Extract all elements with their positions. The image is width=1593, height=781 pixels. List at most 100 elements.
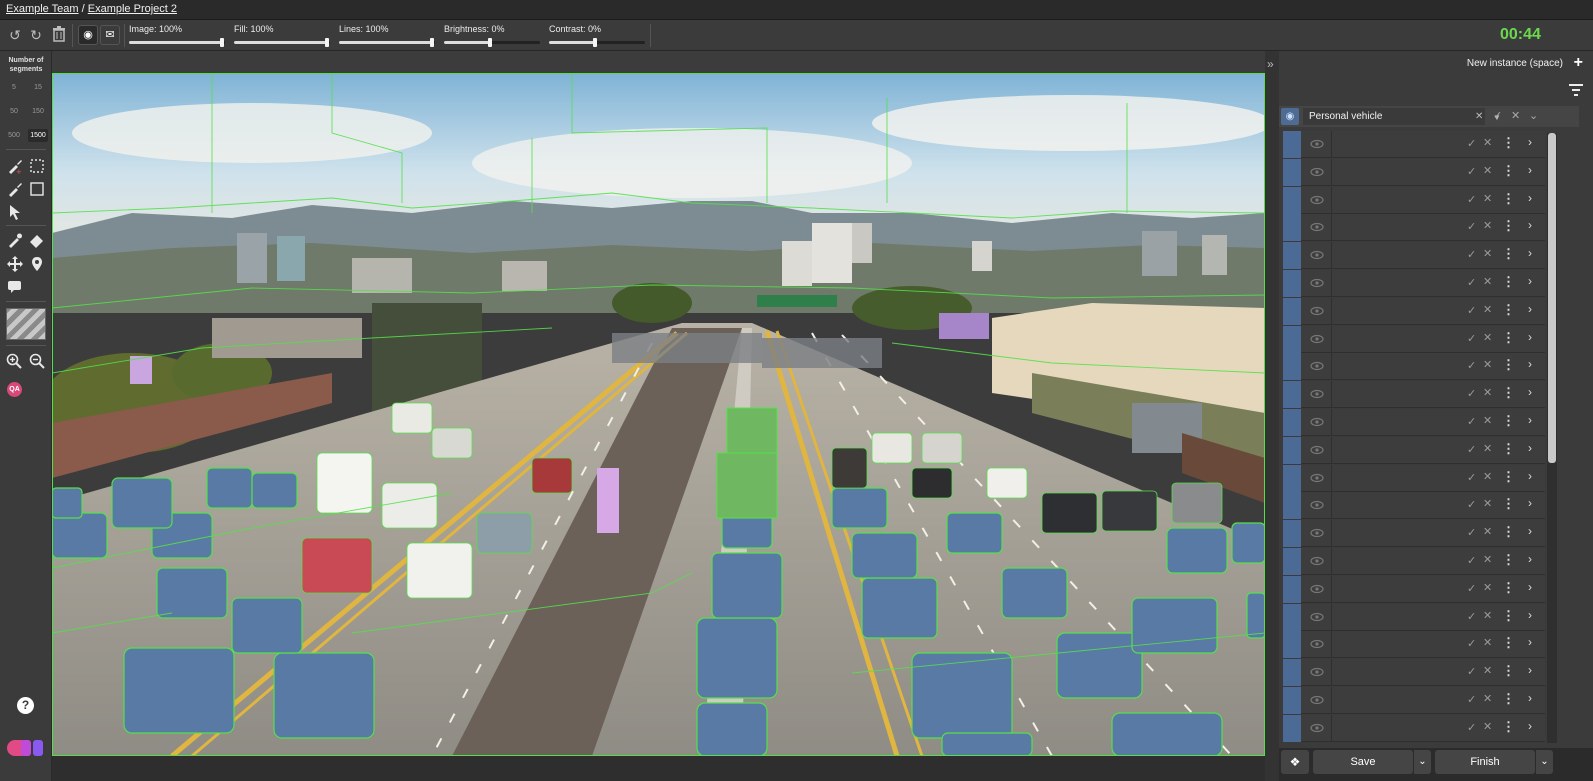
- reject-icon[interactable]: ✕: [1483, 609, 1492, 622]
- segments-option-500[interactable]: 500: [4, 129, 24, 142]
- instance-name-field[interactable]: [1331, 297, 1461, 325]
- instance-name-field[interactable]: [1331, 631, 1461, 659]
- chevron-right-icon[interactable]: ›: [1528, 552, 1532, 566]
- accept-all-icon[interactable]: ✓: [1493, 109, 1502, 122]
- instance-row[interactable]: ✓ ✕ ⋮ ›: [1283, 214, 1545, 242]
- save-button[interactable]: Save: [1313, 750, 1413, 774]
- more-options-icon[interactable]: ⋮: [1502, 357, 1515, 373]
- chevron-right-icon[interactable]: ›: [1528, 719, 1532, 733]
- instance-name-field[interactable]: [1331, 186, 1461, 214]
- instance-row[interactable]: ✓ ✕ ⋮ ›: [1283, 242, 1545, 270]
- eye-icon[interactable]: [1310, 415, 1324, 429]
- eye-icon[interactable]: [1310, 443, 1324, 457]
- eye-icon[interactable]: [1310, 637, 1324, 651]
- accept-icon[interactable]: ✓: [1467, 498, 1476, 511]
- instance-row[interactable]: ✓ ✕ ⋮ ›: [1283, 714, 1545, 742]
- more-options-icon[interactable]: ⋮: [1502, 274, 1515, 290]
- more-options-icon[interactable]: ⋮: [1502, 163, 1515, 179]
- more-options-icon[interactable]: ⋮: [1502, 552, 1515, 568]
- accept-icon[interactable]: ✓: [1467, 554, 1476, 567]
- qa-badge[interactable]: QA: [7, 382, 22, 397]
- instance-row[interactable]: ✓ ✕ ⋮ ›: [1283, 548, 1545, 575]
- instance-name-field[interactable]: [1331, 436, 1461, 464]
- move-icon[interactable]: [6, 255, 26, 275]
- eye-icon[interactable]: [1310, 693, 1324, 707]
- instance-name-field[interactable]: [1331, 242, 1461, 270]
- reject-icon[interactable]: ✕: [1483, 414, 1492, 427]
- accept-icon[interactable]: ✓: [1467, 137, 1476, 150]
- accept-icon[interactable]: ✓: [1467, 415, 1476, 428]
- map-pin-icon[interactable]: [28, 255, 48, 275]
- accept-icon[interactable]: ✓: [1467, 665, 1476, 678]
- eye-icon[interactable]: [1310, 137, 1324, 151]
- instance-name-field[interactable]: [1331, 575, 1461, 603]
- instance-name-field[interactable]: [1331, 353, 1461, 381]
- instance-scrollbar[interactable]: [1547, 133, 1557, 743]
- eye-icon[interactable]: [1310, 359, 1324, 373]
- instance-row[interactable]: ✓ ✕ ⋮ ›: [1283, 297, 1545, 325]
- accept-icon[interactable]: ✓: [1467, 526, 1476, 539]
- eye-icon[interactable]: [1310, 526, 1324, 540]
- trash-icon[interactable]: [50, 26, 68, 44]
- segments-option-15[interactable]: 15: [28, 81, 48, 94]
- comment-toggle-icon[interactable]: ✉: [100, 25, 120, 45]
- instance-row[interactable]: ✓ ✕ ⋮ ›: [1283, 520, 1545, 548]
- reject-icon[interactable]: ✕: [1483, 386, 1492, 399]
- chevron-right-icon[interactable]: ›: [1528, 524, 1532, 538]
- slider-knob[interactable]: [488, 38, 492, 47]
- reject-icon[interactable]: ✕: [1483, 720, 1492, 733]
- eye-icon[interactable]: [1310, 610, 1324, 624]
- instance-row[interactable]: ✓ ✕ ⋮ ›: [1283, 436, 1545, 464]
- more-options-icon[interactable]: ⋮: [1502, 441, 1515, 457]
- eye-icon[interactable]: [1310, 276, 1324, 290]
- accept-icon[interactable]: ✓: [1467, 471, 1476, 484]
- accept-icon[interactable]: ✓: [1467, 387, 1476, 400]
- chevron-right-icon[interactable]: ›: [1528, 246, 1532, 260]
- more-options-icon[interactable]: ⋮: [1502, 302, 1515, 318]
- reject-icon[interactable]: ✕: [1483, 247, 1492, 260]
- reject-icon[interactable]: ✕: [1483, 525, 1492, 538]
- reject-icon[interactable]: ✕: [1483, 442, 1492, 455]
- eye-icon[interactable]: [1310, 387, 1324, 401]
- more-options-icon[interactable]: ⋮: [1502, 469, 1515, 485]
- more-options-icon[interactable]: ⋮: [1502, 135, 1515, 151]
- instance-name-field[interactable]: [1331, 603, 1461, 631]
- more-options-icon[interactable]: ⋮: [1502, 218, 1515, 234]
- zoom-in-icon[interactable]: [5, 352, 25, 372]
- more-options-icon[interactable]: ⋮: [1502, 580, 1515, 596]
- brush-add-icon[interactable]: +: [6, 157, 26, 177]
- reject-icon[interactable]: ✕: [1483, 692, 1492, 705]
- accept-icon[interactable]: ✓: [1467, 332, 1476, 345]
- chevron-right-icon[interactable]: ›: [1528, 357, 1532, 371]
- chevron-right-icon[interactable]: ›: [1528, 608, 1532, 622]
- highway-image[interactable]: [52, 73, 1265, 756]
- instance-name-field[interactable]: [1331, 492, 1461, 520]
- reject-all-icon[interactable]: ✕: [1511, 109, 1520, 122]
- scrollbar-thumb[interactable]: [1548, 133, 1556, 463]
- chevron-right-icon[interactable]: ›: [1528, 663, 1532, 677]
- instance-row[interactable]: ✓ ✕ ⋮ ›: [1283, 687, 1545, 714]
- comment-icon[interactable]: [6, 278, 26, 298]
- instance-name-field[interactable]: [1331, 409, 1461, 436]
- more-options-icon[interactable]: ⋮: [1502, 719, 1515, 735]
- reject-icon[interactable]: ✕: [1483, 192, 1492, 205]
- fill-pattern-icon[interactable]: [6, 308, 46, 340]
- instance-name-field[interactable]: [1331, 131, 1461, 158]
- instance-name-field[interactable]: [1331, 270, 1461, 297]
- segments-option-5[interactable]: 5: [4, 81, 24, 94]
- instance-name-field[interactable]: [1331, 548, 1461, 575]
- chevron-right-icon[interactable]: ›: [1528, 135, 1532, 149]
- eye-icon[interactable]: [1310, 304, 1324, 318]
- chevron-right-icon[interactable]: ›: [1528, 580, 1532, 594]
- class-visibility-icon[interactable]: ◉: [1281, 108, 1299, 125]
- breadcrumb-project-link[interactable]: Example Project 2: [88, 3, 177, 15]
- eye-icon[interactable]: [1310, 554, 1324, 568]
- eye-icon[interactable]: [1310, 471, 1324, 485]
- more-options-icon[interactable]: ⋮: [1502, 608, 1515, 624]
- finish-options-chevron-icon[interactable]: ⌄: [1535, 750, 1553, 774]
- chevron-right-icon[interactable]: ›: [1528, 274, 1532, 288]
- instance-row[interactable]: ✓ ✕ ⋮ ›: [1283, 603, 1545, 631]
- more-options-icon[interactable]: ⋮: [1502, 524, 1515, 540]
- eye-icon[interactable]: [1310, 193, 1324, 207]
- undo-icon[interactable]: ↺: [6, 26, 24, 44]
